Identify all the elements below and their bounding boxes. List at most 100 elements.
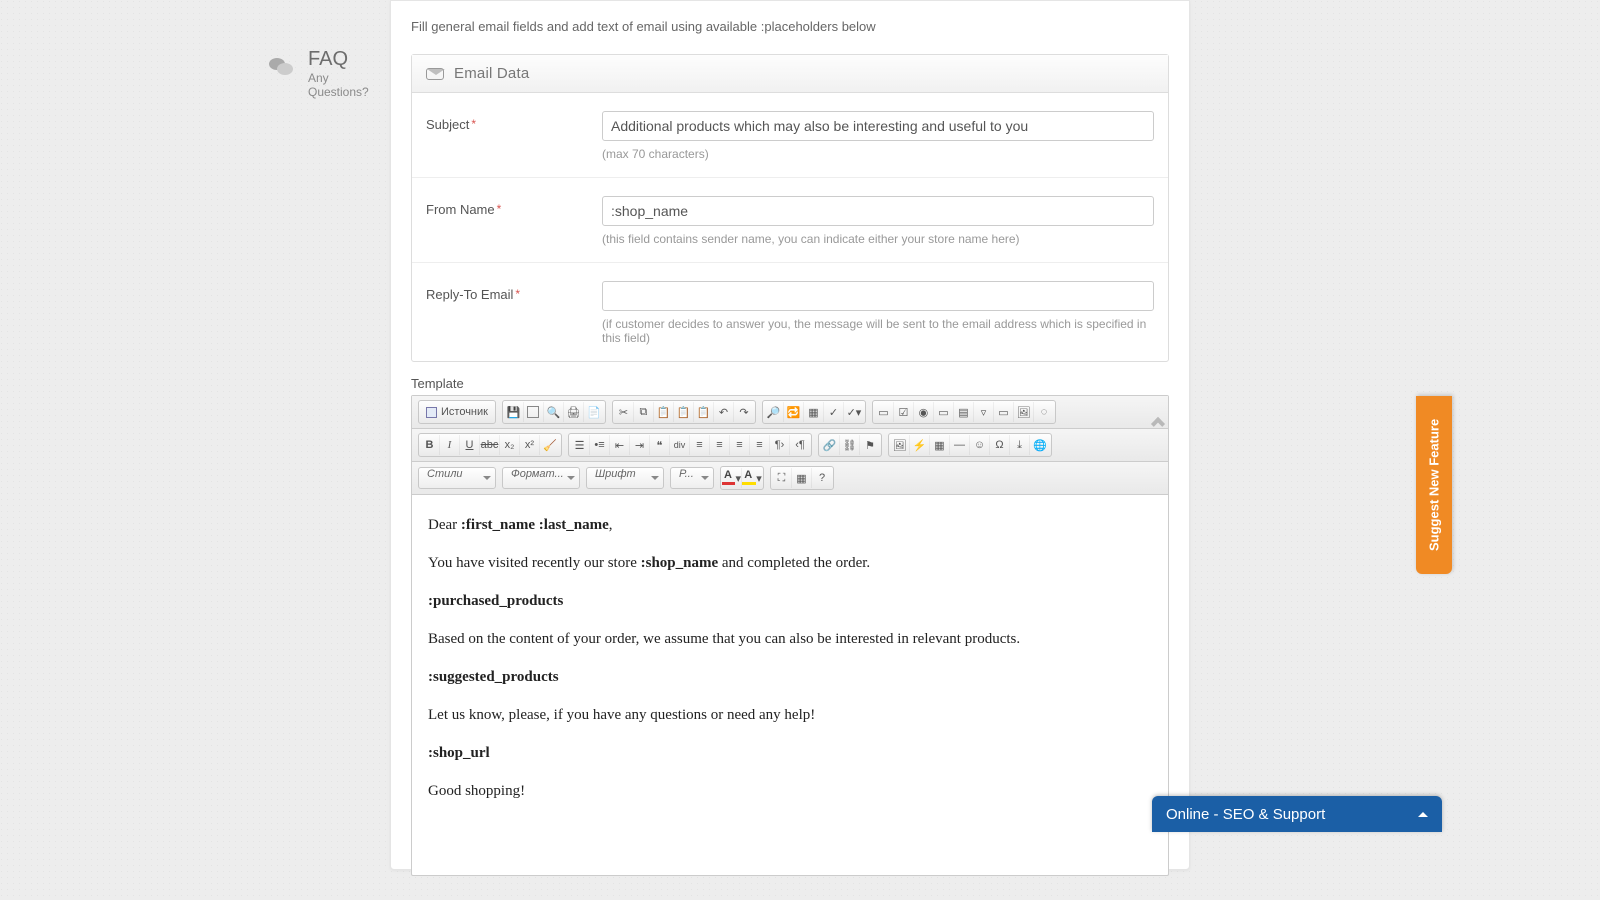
bullet-list-icon[interactable]: •≡ bbox=[590, 435, 610, 455]
flash-icon[interactable]: ⚡ bbox=[910, 435, 930, 455]
remove-format-icon[interactable]: 🧹 bbox=[540, 435, 560, 455]
envelope-icon bbox=[426, 68, 444, 80]
reply-to-label: Reply-To Email* bbox=[426, 281, 602, 345]
email-settings-card: Fill general email fields and add text o… bbox=[390, 0, 1190, 870]
hr-icon[interactable]: — bbox=[950, 435, 970, 455]
rtl-icon[interactable]: ‹¶ bbox=[790, 435, 810, 455]
size-select[interactable]: Р... bbox=[670, 467, 714, 489]
indent-icon[interactable]: ⇥ bbox=[630, 435, 650, 455]
ltr-icon[interactable]: ¶› bbox=[770, 435, 790, 455]
from-name-help: (this field contains sender name, you ca… bbox=[602, 232, 1154, 246]
iframe-icon[interactable]: 🌐 bbox=[1030, 435, 1050, 455]
outdent-icon[interactable]: ⇤ bbox=[610, 435, 630, 455]
chevron-up-icon bbox=[1418, 812, 1428, 817]
comments-icon bbox=[268, 54, 294, 85]
maximize-icon[interactable]: ⛶ bbox=[772, 468, 792, 488]
editor-toolbar-row-2: B I U abc x₂ x² 🧹 ☰ •≡ ⇤ ⇥ ❝ div bbox=[412, 429, 1168, 462]
font-select[interactable]: Шрифт bbox=[586, 467, 664, 489]
reply-to-help: (if customer decides to answer you, the … bbox=[602, 317, 1154, 345]
numbered-list-icon[interactable]: ☰ bbox=[570, 435, 590, 455]
template-label: Template bbox=[411, 376, 1169, 391]
new-page-icon[interactable] bbox=[524, 402, 544, 422]
subject-label: Subject* bbox=[426, 111, 602, 161]
subject-row: Subject* (max 70 characters) bbox=[412, 93, 1168, 178]
align-center-icon[interactable]: ≡ bbox=[710, 435, 730, 455]
pagebreak-icon[interactable]: ⤓ bbox=[1010, 435, 1030, 455]
from-name-label: From Name* bbox=[426, 196, 602, 246]
paste-text-icon[interactable]: 📋 bbox=[674, 402, 694, 422]
bg-color-icon[interactable]: A▾ bbox=[742, 468, 762, 488]
styles-select[interactable]: Стили bbox=[418, 467, 496, 489]
image-button-icon[interactable]: 🖼 bbox=[1014, 402, 1034, 422]
checkbox-icon[interactable]: ☑ bbox=[894, 402, 914, 422]
replace-icon[interactable]: 🔁 bbox=[784, 402, 804, 422]
print-icon[interactable]: 🖨 bbox=[564, 402, 584, 422]
paste-icon[interactable]: 📋 bbox=[654, 402, 674, 422]
template-icon[interactable]: 📄 bbox=[584, 402, 604, 422]
editor-toolbar-row-3: Стили Формат... Шрифт Р... A▾ bbox=[412, 462, 1168, 495]
editor-toolbar-row-1: Источник 💾 🔍 🖨 📄 ✂ ⧉ 📋 📋 bbox=[412, 396, 1168, 429]
suggest-feature-tab[interactable]: Suggest New Feature bbox=[1416, 396, 1452, 574]
spellcheck-icon[interactable]: ✓ bbox=[824, 402, 844, 422]
subject-input[interactable] bbox=[602, 111, 1154, 141]
source-icon bbox=[426, 407, 437, 418]
from-name-row: From Name* (this field contains sender n… bbox=[412, 178, 1168, 263]
required-asterisk: * bbox=[471, 117, 476, 131]
unlink-icon[interactable]: ⛓ bbox=[840, 435, 860, 455]
redo-icon[interactable]: ↷ bbox=[734, 402, 754, 422]
template-block: Template Источник 💾 🔍 🖨 bbox=[411, 376, 1169, 876]
undo-icon[interactable]: ↶ bbox=[714, 402, 734, 422]
editor-body[interactable]: Dear :first_name :last_name, You have vi… bbox=[412, 495, 1168, 875]
align-justify-icon[interactable]: ≡ bbox=[750, 435, 770, 455]
div-icon[interactable]: div bbox=[670, 435, 690, 455]
subscript-icon[interactable]: x₂ bbox=[500, 435, 520, 455]
save-icon[interactable]: 💾 bbox=[504, 402, 524, 422]
textarea-icon[interactable]: ▤ bbox=[954, 402, 974, 422]
select-field-icon[interactable]: ▿ bbox=[974, 402, 994, 422]
blockquote-icon[interactable]: ❝ bbox=[650, 435, 670, 455]
chat-bar[interactable]: Online - SEO & Support bbox=[1152, 796, 1442, 832]
superscript-icon[interactable]: x² bbox=[520, 435, 540, 455]
link-icon[interactable]: 🔗 bbox=[820, 435, 840, 455]
from-name-input[interactable] bbox=[602, 196, 1154, 226]
faq-subtitle: Any Questions? bbox=[308, 71, 390, 99]
rich-text-editor: Источник 💾 🔍 🖨 📄 ✂ ⧉ 📋 📋 bbox=[411, 395, 1169, 876]
strike-icon[interactable]: abc bbox=[480, 435, 500, 455]
chat-bar-label: Online - SEO & Support bbox=[1166, 806, 1325, 823]
table-icon[interactable]: ▦ bbox=[930, 435, 950, 455]
spellcheck-options-icon[interactable]: ✓▾ bbox=[844, 402, 864, 422]
find-icon[interactable]: 🔎 bbox=[764, 402, 784, 422]
smiley-icon[interactable]: ☺ bbox=[970, 435, 990, 455]
special-char-icon[interactable]: Ω bbox=[990, 435, 1010, 455]
align-left-icon[interactable]: ≡ bbox=[690, 435, 710, 455]
reply-to-input[interactable] bbox=[602, 281, 1154, 311]
email-data-panel: Email Data Subject* (max 70 characters) … bbox=[411, 54, 1169, 362]
subject-help: (max 70 characters) bbox=[602, 147, 1154, 161]
anchor-icon[interactable]: ⚑ bbox=[860, 435, 880, 455]
source-button[interactable]: Источник bbox=[420, 402, 494, 422]
panel-header: Email Data bbox=[412, 55, 1168, 93]
form-icon[interactable]: ▭ bbox=[874, 402, 894, 422]
bold-icon[interactable]: B bbox=[420, 435, 440, 455]
textfield-icon[interactable]: ▭ bbox=[934, 402, 954, 422]
preview-icon[interactable]: 🔍 bbox=[544, 402, 564, 422]
text-color-icon[interactable]: A▾ bbox=[722, 468, 742, 488]
faq-block[interactable]: FAQ Any Questions? bbox=[270, 48, 390, 99]
copy-icon[interactable]: ⧉ bbox=[634, 402, 654, 422]
underline-icon[interactable]: U bbox=[460, 435, 480, 455]
format-select[interactable]: Формат... bbox=[502, 467, 580, 489]
reply-to-row: Reply-To Email* (if customer decides to … bbox=[412, 263, 1168, 361]
align-right-icon[interactable]: ≡ bbox=[730, 435, 750, 455]
select-all-icon[interactable]: ▦ bbox=[804, 402, 824, 422]
paste-word-icon[interactable]: 📋 bbox=[694, 402, 714, 422]
image-icon[interactable]: 🖼 bbox=[890, 435, 910, 455]
button-field-icon[interactable]: ▭ bbox=[994, 402, 1014, 422]
show-blocks-icon[interactable]: ▦ bbox=[792, 468, 812, 488]
cut-icon[interactable]: ✂ bbox=[614, 402, 634, 422]
about-icon[interactable]: ? bbox=[812, 468, 832, 488]
hidden-field-icon[interactable]: ◌ bbox=[1034, 402, 1054, 422]
radio-icon[interactable]: ◉ bbox=[914, 402, 934, 422]
panel-title: Email Data bbox=[454, 65, 529, 82]
faq-title: FAQ bbox=[308, 48, 390, 71]
italic-icon[interactable]: I bbox=[440, 435, 460, 455]
